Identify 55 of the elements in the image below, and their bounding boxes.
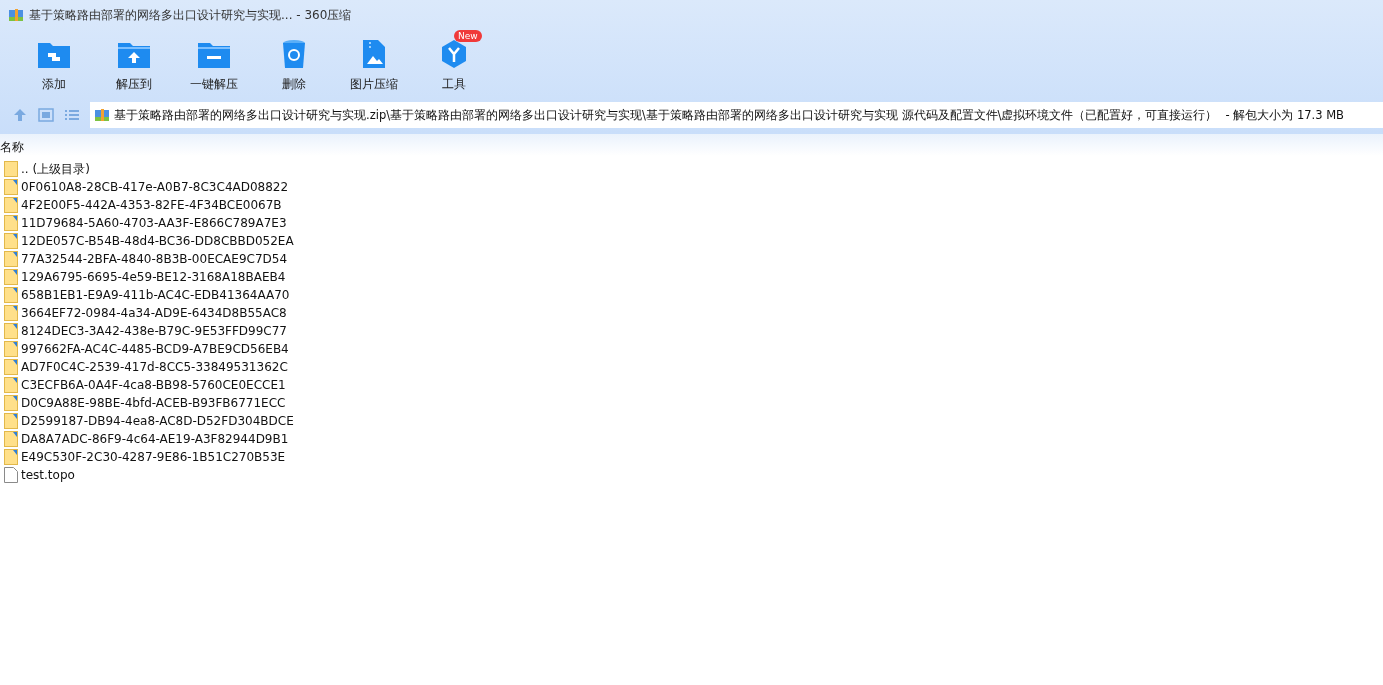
new-badge: New bbox=[454, 30, 482, 42]
file-name[interactable]: 0F0610A8-28CB-417e-A0B7-8C3C4AD08822 bbox=[21, 180, 289, 194]
archive-icon bbox=[94, 107, 110, 123]
window-title: 基于策略路由部署的网络多出口设计研究与实现... - 360压缩 bbox=[29, 6, 352, 24]
folder-icon bbox=[4, 287, 18, 303]
toolbar-button[interactable]: 解压到 bbox=[94, 30, 174, 100]
file-name[interactable]: C3ECFB6A-0A4F-4ca8-BB98-5760CE0ECCE1 bbox=[21, 378, 286, 392]
address-bar[interactable]: 基于策略路由部署的网络多出口设计研究与实现.zip\基于策略路由部署的网络多出口设计研究与实现\基于策略路由部署的网络多出口设计研究与实现 源代码及配置文件\虚拟环境文件（已配置好，可直接运行） - 解包大小为 17.3 MB bbox=[90, 102, 1383, 128]
folder-icon bbox=[4, 323, 18, 339]
folder-icon bbox=[4, 179, 18, 195]
file-name[interactable]: 77A32544-2BFA-4840-8B3B-00ECAE9C7D54 bbox=[21, 252, 288, 266]
file-name[interactable]: 129A6795-6695-4e59-BE12-3168A18BAEB4 bbox=[21, 270, 286, 284]
folder-icon bbox=[4, 305, 18, 321]
file-name[interactable]: 4F2E00F5-442A-4353-82FE-4F34BCE0067B bbox=[21, 198, 282, 212]
file-name[interactable]: 658B1EB1-E9A9-411b-AC4C-EDB41364AA70 bbox=[21, 288, 290, 302]
archive-icon bbox=[8, 7, 24, 23]
file-icon bbox=[4, 467, 18, 483]
folder-icon bbox=[4, 197, 18, 213]
toolbar-button[interactable]: 一键解压 bbox=[174, 30, 254, 100]
folder-icon bbox=[4, 359, 18, 375]
file-name[interactable]: D2599187-DB94-4ea8-AC8D-D52FD304BDCE bbox=[21, 414, 294, 428]
folder-upload-icon bbox=[118, 40, 150, 68]
folder-icon bbox=[4, 269, 18, 285]
file-name[interactable]: AD7F0C4C-2539-417d-8CC5-33849531362C bbox=[21, 360, 288, 374]
file-name[interactable]: 12DE057C-B54B-48d4-BC36-DD8CBBD052EA bbox=[21, 234, 294, 248]
unpacked-size: - 解包大小为 17.3 MB bbox=[1225, 107, 1344, 123]
folder-icon bbox=[4, 449, 18, 465]
file-name[interactable]: .. (上级目录) bbox=[21, 160, 90, 178]
file-name[interactable]: test.topo bbox=[21, 468, 75, 482]
folder-icon bbox=[4, 431, 18, 447]
file-name[interactable]: 3664EF72-0984-4a34-AD9E-6434D8B55AC8 bbox=[21, 306, 287, 320]
folder-icon bbox=[4, 341, 18, 357]
column-header[interactable]: 名称 bbox=[0, 139, 24, 156]
file-name[interactable]: 11D79684-5A60-4703-AA3F-E866C789A7E3 bbox=[21, 216, 287, 230]
folder-icon bbox=[4, 215, 18, 231]
file-name[interactable]: D0C9A88E-98BE-4bfd-ACEB-B93FB6771ECC bbox=[21, 396, 286, 410]
folder-icon bbox=[4, 413, 18, 429]
folder-minus-icon bbox=[198, 40, 230, 68]
toolbar-button[interactable]: 添加 bbox=[14, 30, 94, 100]
folder-icon bbox=[4, 233, 18, 249]
up-arrow-icon[interactable] bbox=[12, 107, 28, 123]
list-view-icon[interactable] bbox=[64, 107, 80, 123]
folder-icon bbox=[4, 377, 18, 393]
toolbar-button[interactable]: 图片压缩 bbox=[334, 30, 414, 100]
folder-icon bbox=[4, 161, 18, 177]
thumbnail-view-icon[interactable] bbox=[38, 107, 54, 123]
toolbar-button[interactable]: 删除 bbox=[254, 30, 334, 100]
file-name[interactable]: DA8A7ADC-86F9-4c64-AE19-A3F82944D9B1 bbox=[21, 432, 289, 446]
archive-path: 基于策略路由部署的网络多出口设计研究与实现.zip\基于策略路由部署的网络多出口设计研究与实现\基于策略路由部署的网络多出口设计研究与实现 源代码及配置文件\虚拟环境文件（已配置好，可直接运行） bbox=[114, 107, 1218, 123]
file-name[interactable]: E49C530F-2C30-4287-9E86-1B51C270B53E bbox=[21, 450, 286, 464]
file-name[interactable]: 997662FA-AC4C-4485-BCD9-A7BE9CD56EB4 bbox=[21, 342, 289, 356]
folder-icon bbox=[4, 251, 18, 267]
file-name[interactable]: 8124DEC3-3A42-438e-B79C-9E53FFD99C77 bbox=[21, 324, 287, 338]
toolbar-button[interactable]: New 工具 bbox=[414, 30, 494, 100]
folder-icon bbox=[4, 395, 18, 411]
